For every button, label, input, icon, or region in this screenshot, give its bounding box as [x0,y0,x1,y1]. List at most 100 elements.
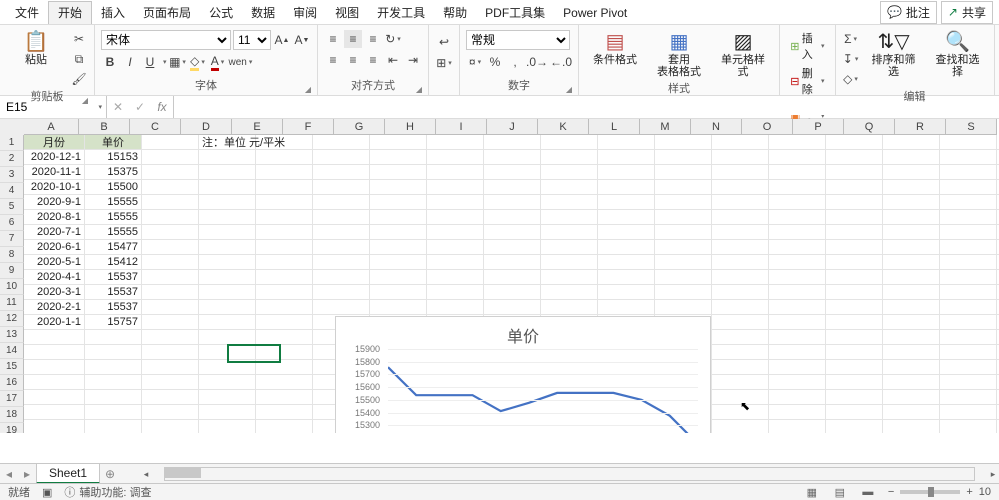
cell-C8[interactable] [142,240,199,255]
cell-Q17[interactable] [940,375,997,390]
cell-H11[interactable] [427,285,484,300]
font-size-select[interactable]: 11 [233,30,271,50]
cancel-formula-button[interactable]: ✕ [107,96,129,118]
cell-Q19[interactable] [940,405,997,420]
cell-P20[interactable] [883,420,940,433]
cell-K8[interactable] [598,240,655,255]
cell-Q20[interactable] [940,420,997,433]
cell-I4[interactable] [484,180,541,195]
font-launcher[interactable]: ◢ [305,85,311,94]
cell-Q13[interactable] [940,315,997,330]
cell-M1[interactable] [712,135,769,150]
cell-B12[interactable]: 15537 [85,300,142,315]
currency-button[interactable]: ¤▾ [466,53,484,71]
fill-color-button[interactable]: ◇▾ [189,53,207,71]
col-head-P[interactable]: P [793,119,844,135]
cell-F5[interactable] [313,195,370,210]
comma-button[interactable]: , [506,53,524,71]
cell-A13[interactable]: 2020-1-1 [24,315,85,330]
cell-P19[interactable] [883,405,940,420]
cell-G1[interactable] [370,135,427,150]
cell-M13[interactable] [712,315,769,330]
cell-P9[interactable] [883,255,940,270]
cell-P14[interactable] [883,330,940,345]
cell-K2[interactable] [598,150,655,165]
cell-D5[interactable] [199,195,256,210]
col-head-Q[interactable]: Q [844,119,895,135]
cell-A14[interactable] [24,330,85,345]
cell-B10[interactable]: 15537 [85,270,142,285]
cell-K1[interactable] [598,135,655,150]
menu-视图[interactable]: 视图 [326,2,368,24]
cell-I1[interactable] [484,135,541,150]
cell-Q3[interactable] [940,165,997,180]
table-format-button[interactable]: ▦套用 表格格式 [649,30,709,80]
insert-function-button[interactable]: fx [151,96,173,118]
col-head-I[interactable]: I [436,119,487,135]
cell-A20[interactable] [24,420,85,433]
cell-E20[interactable] [256,420,313,433]
insert-cells-button[interactable]: ⊞插入▾ [786,29,829,63]
col-head-L[interactable]: L [589,119,640,135]
cell-O18[interactable] [826,390,883,405]
col-head-G[interactable]: G [334,119,385,135]
cell-N4[interactable] [769,180,826,195]
row-head-5[interactable]: 5 [0,199,24,215]
cell-D18[interactable] [199,390,256,405]
menu-开发工具[interactable]: 开发工具 [368,2,434,24]
cell-P15[interactable] [883,345,940,360]
cell-M19[interactable] [712,405,769,420]
cell-M14[interactable] [712,330,769,345]
cell-B6[interactable]: 15555 [85,210,142,225]
cell-F7[interactable] [313,225,370,240]
menu-插入[interactable]: 插入 [92,2,134,24]
cell-H8[interactable] [427,240,484,255]
cell-E13[interactable] [256,315,313,330]
cell-N19[interactable] [769,405,826,420]
cell-F11[interactable] [313,285,370,300]
share-button[interactable]: ↗ 共享 [941,1,993,24]
macro-icon[interactable]: ▣ [42,486,52,499]
cell-G5[interactable] [370,195,427,210]
cell-O17[interactable] [826,375,883,390]
cell-O19[interactable] [826,405,883,420]
cell-E17[interactable] [256,375,313,390]
cell-B19[interactable] [85,405,142,420]
cell-F8[interactable] [313,240,370,255]
cell-P10[interactable] [883,270,940,285]
cell-D17[interactable] [199,375,256,390]
row-head-7[interactable]: 7 [0,231,24,247]
align-top-button[interactable]: ≡ [324,30,342,48]
cell-C16[interactable] [142,360,199,375]
cell-E12[interactable] [256,300,313,315]
cell-J11[interactable] [541,285,598,300]
cell-E6[interactable] [256,210,313,225]
cell-J9[interactable] [541,255,598,270]
cell-D9[interactable] [199,255,256,270]
cut-button[interactable]: ✂ [70,30,88,48]
view-normal-button[interactable]: ▦ [804,486,820,499]
row-head-8[interactable]: 8 [0,247,24,263]
row-head-6[interactable]: 6 [0,215,24,231]
cell-E3[interactable] [256,165,313,180]
cell-M15[interactable] [712,345,769,360]
row-head-3[interactable]: 3 [0,167,24,183]
cell-O8[interactable] [826,240,883,255]
row-head-10[interactable]: 10 [0,279,24,295]
cell-P3[interactable] [883,165,940,180]
cell-N2[interactable] [769,150,826,165]
row-head-12[interactable]: 12 [0,311,24,327]
cell-N8[interactable] [769,240,826,255]
cell-N11[interactable] [769,285,826,300]
cell-I6[interactable] [484,210,541,225]
cell-F10[interactable] [313,270,370,285]
cell-N13[interactable] [769,315,826,330]
menu-文件[interactable]: 文件 [6,2,48,24]
cell-M10[interactable] [712,270,769,285]
cell-L9[interactable] [655,255,712,270]
decrease-indent-button[interactable]: ⇤ [384,51,402,69]
cell-D4[interactable] [199,180,256,195]
cell-I11[interactable] [484,285,541,300]
cell-C11[interactable] [142,285,199,300]
cell-K3[interactable] [598,165,655,180]
